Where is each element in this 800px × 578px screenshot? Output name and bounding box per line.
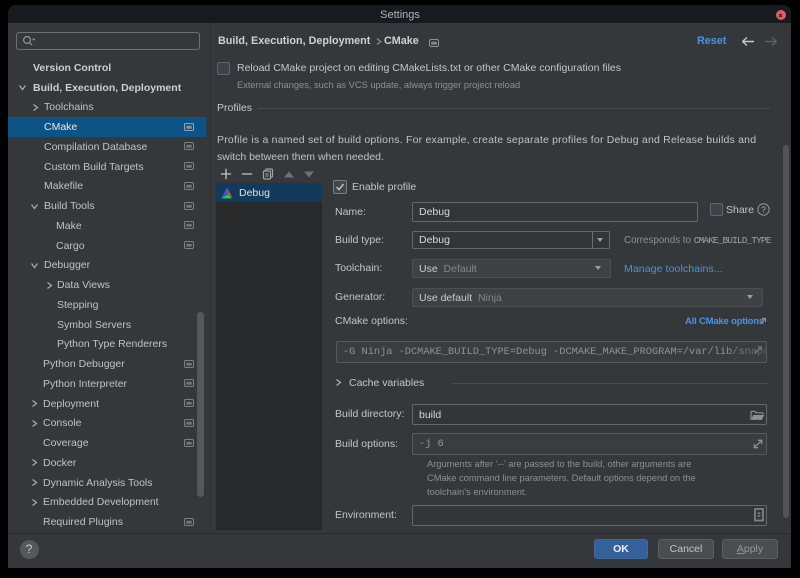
- svg-text:?: ?: [761, 204, 766, 214]
